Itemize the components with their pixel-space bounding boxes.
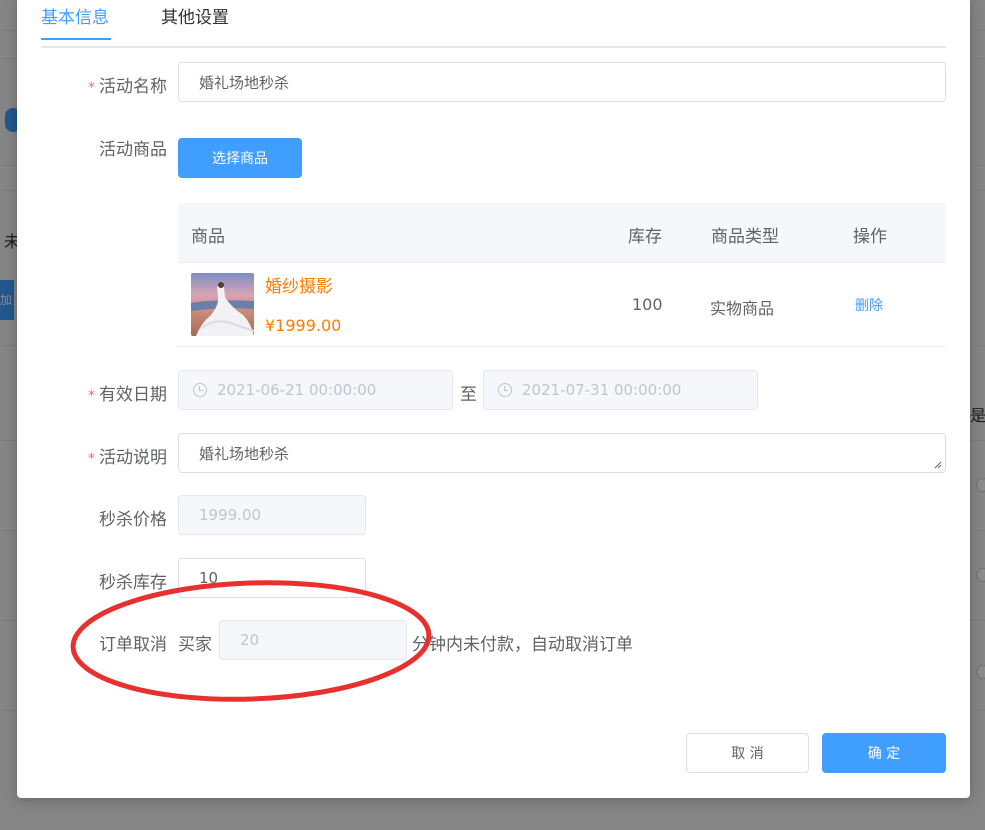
header-goods-type: 商品类型 bbox=[711, 227, 779, 247]
order-cancel-minutes-input[interactable]: 20 bbox=[219, 620, 407, 660]
header-goods: 商品 bbox=[191, 227, 225, 247]
cancel-button[interactable]: 取 消 bbox=[686, 733, 809, 773]
activity-name-value: 婚礼场地秒杀 bbox=[199, 73, 290, 92]
delete-link[interactable]: 删除 bbox=[855, 295, 883, 315]
seckill-dialog: 基本信息 其他设置 * 活动名称 婚礼场地秒杀 活动商品 选择商品 商品 库存 商… bbox=[17, 0, 970, 798]
order-cancel-suffix: 分钟内未付款，自动取消订单 bbox=[412, 635, 633, 655]
activity-name-label: * 活动名称 bbox=[17, 72, 167, 97]
order-cancel-minutes-value: 20 bbox=[240, 631, 260, 649]
product-thumbnail bbox=[191, 273, 254, 336]
description-label: * 活动说明 bbox=[17, 443, 167, 468]
table-row: 婚纱摄影 ¥1999.00 100 实物商品 删除 bbox=[178, 263, 946, 347]
clock-icon bbox=[193, 383, 207, 397]
tab-other-settings[interactable]: 其他设置 bbox=[161, 6, 229, 30]
confirm-button-label: 确 定 bbox=[867, 746, 901, 762]
end-date-value: 2021-07-31 00:00:00 bbox=[522, 381, 682, 399]
clock-icon bbox=[498, 383, 512, 397]
goods-table-header: 商品 库存 商品类型 操作 bbox=[178, 203, 946, 263]
activity-name-input[interactable]: 婚礼场地秒杀 bbox=[178, 62, 946, 102]
resize-grip-icon[interactable] bbox=[934, 461, 942, 469]
seckill-price-label: 秒杀价格 bbox=[17, 505, 167, 530]
wedding-photo-image bbox=[191, 273, 254, 336]
seckill-stock-input[interactable]: 10 bbox=[178, 558, 366, 598]
seckill-stock-label: 秒杀库存 bbox=[17, 568, 167, 593]
required-mark: * bbox=[88, 388, 95, 404]
seckill-stock-label-text: 秒杀库存 bbox=[99, 573, 167, 593]
seckill-price-value: 1999.00 bbox=[199, 506, 262, 524]
activity-goods-label-text: 活动商品 bbox=[99, 140, 167, 160]
start-date-input[interactable]: 2021-06-21 00:00:00 bbox=[178, 370, 453, 410]
order-cancel-label-text: 订单取消 bbox=[99, 635, 167, 655]
cancel-button-label: 取 消 bbox=[731, 746, 764, 762]
product-stock: 100 bbox=[632, 295, 663, 314]
select-goods-button[interactable]: 选择商品 bbox=[178, 138, 302, 178]
valid-date-label-text: 有效日期 bbox=[99, 385, 167, 405]
header-stock: 库存 bbox=[628, 227, 662, 247]
tab-bar: 基本信息 其他设置 bbox=[41, 0, 946, 48]
tab-basic-info[interactable]: 基本信息 bbox=[41, 6, 109, 30]
product-name: 婚纱摄影 bbox=[265, 277, 333, 297]
description-textarea[interactable]: 婚礼场地秒杀 bbox=[178, 433, 946, 473]
product-type: 实物商品 bbox=[710, 299, 775, 318]
description-value: 婚礼场地秒杀 bbox=[199, 445, 290, 463]
goods-table: 商品 库存 商品类型 操作 婚纱摄影 ¥1999.00 100 实物商品 删除 bbox=[178, 203, 946, 348]
description-label-text: 活动说明 bbox=[99, 448, 167, 468]
activity-name-label-text: 活动名称 bbox=[99, 77, 167, 97]
header-action: 操作 bbox=[853, 227, 887, 247]
seckill-price-input[interactable]: 1999.00 bbox=[178, 495, 366, 535]
product-price: ¥1999.00 bbox=[265, 316, 342, 335]
start-date-value: 2021-06-21 00:00:00 bbox=[217, 381, 377, 399]
confirm-button[interactable]: 确 定 bbox=[822, 733, 946, 773]
required-mark: * bbox=[88, 451, 95, 467]
end-date-input[interactable]: 2021-07-31 00:00:00 bbox=[483, 370, 758, 410]
required-mark: * bbox=[88, 80, 95, 96]
order-cancel-prefix: 买家 bbox=[178, 635, 212, 655]
valid-date-label: * 有效日期 bbox=[17, 380, 167, 405]
seckill-stock-value: 10 bbox=[199, 569, 219, 587]
seckill-price-label-text: 秒杀价格 bbox=[99, 510, 167, 530]
order-cancel-label: 订单取消 bbox=[17, 630, 167, 655]
date-range-separator: 至 bbox=[460, 385, 477, 405]
select-goods-button-label: 选择商品 bbox=[212, 151, 268, 167]
tab-active-indicator bbox=[41, 38, 111, 40]
activity-goods-label: 活动商品 bbox=[17, 135, 167, 160]
